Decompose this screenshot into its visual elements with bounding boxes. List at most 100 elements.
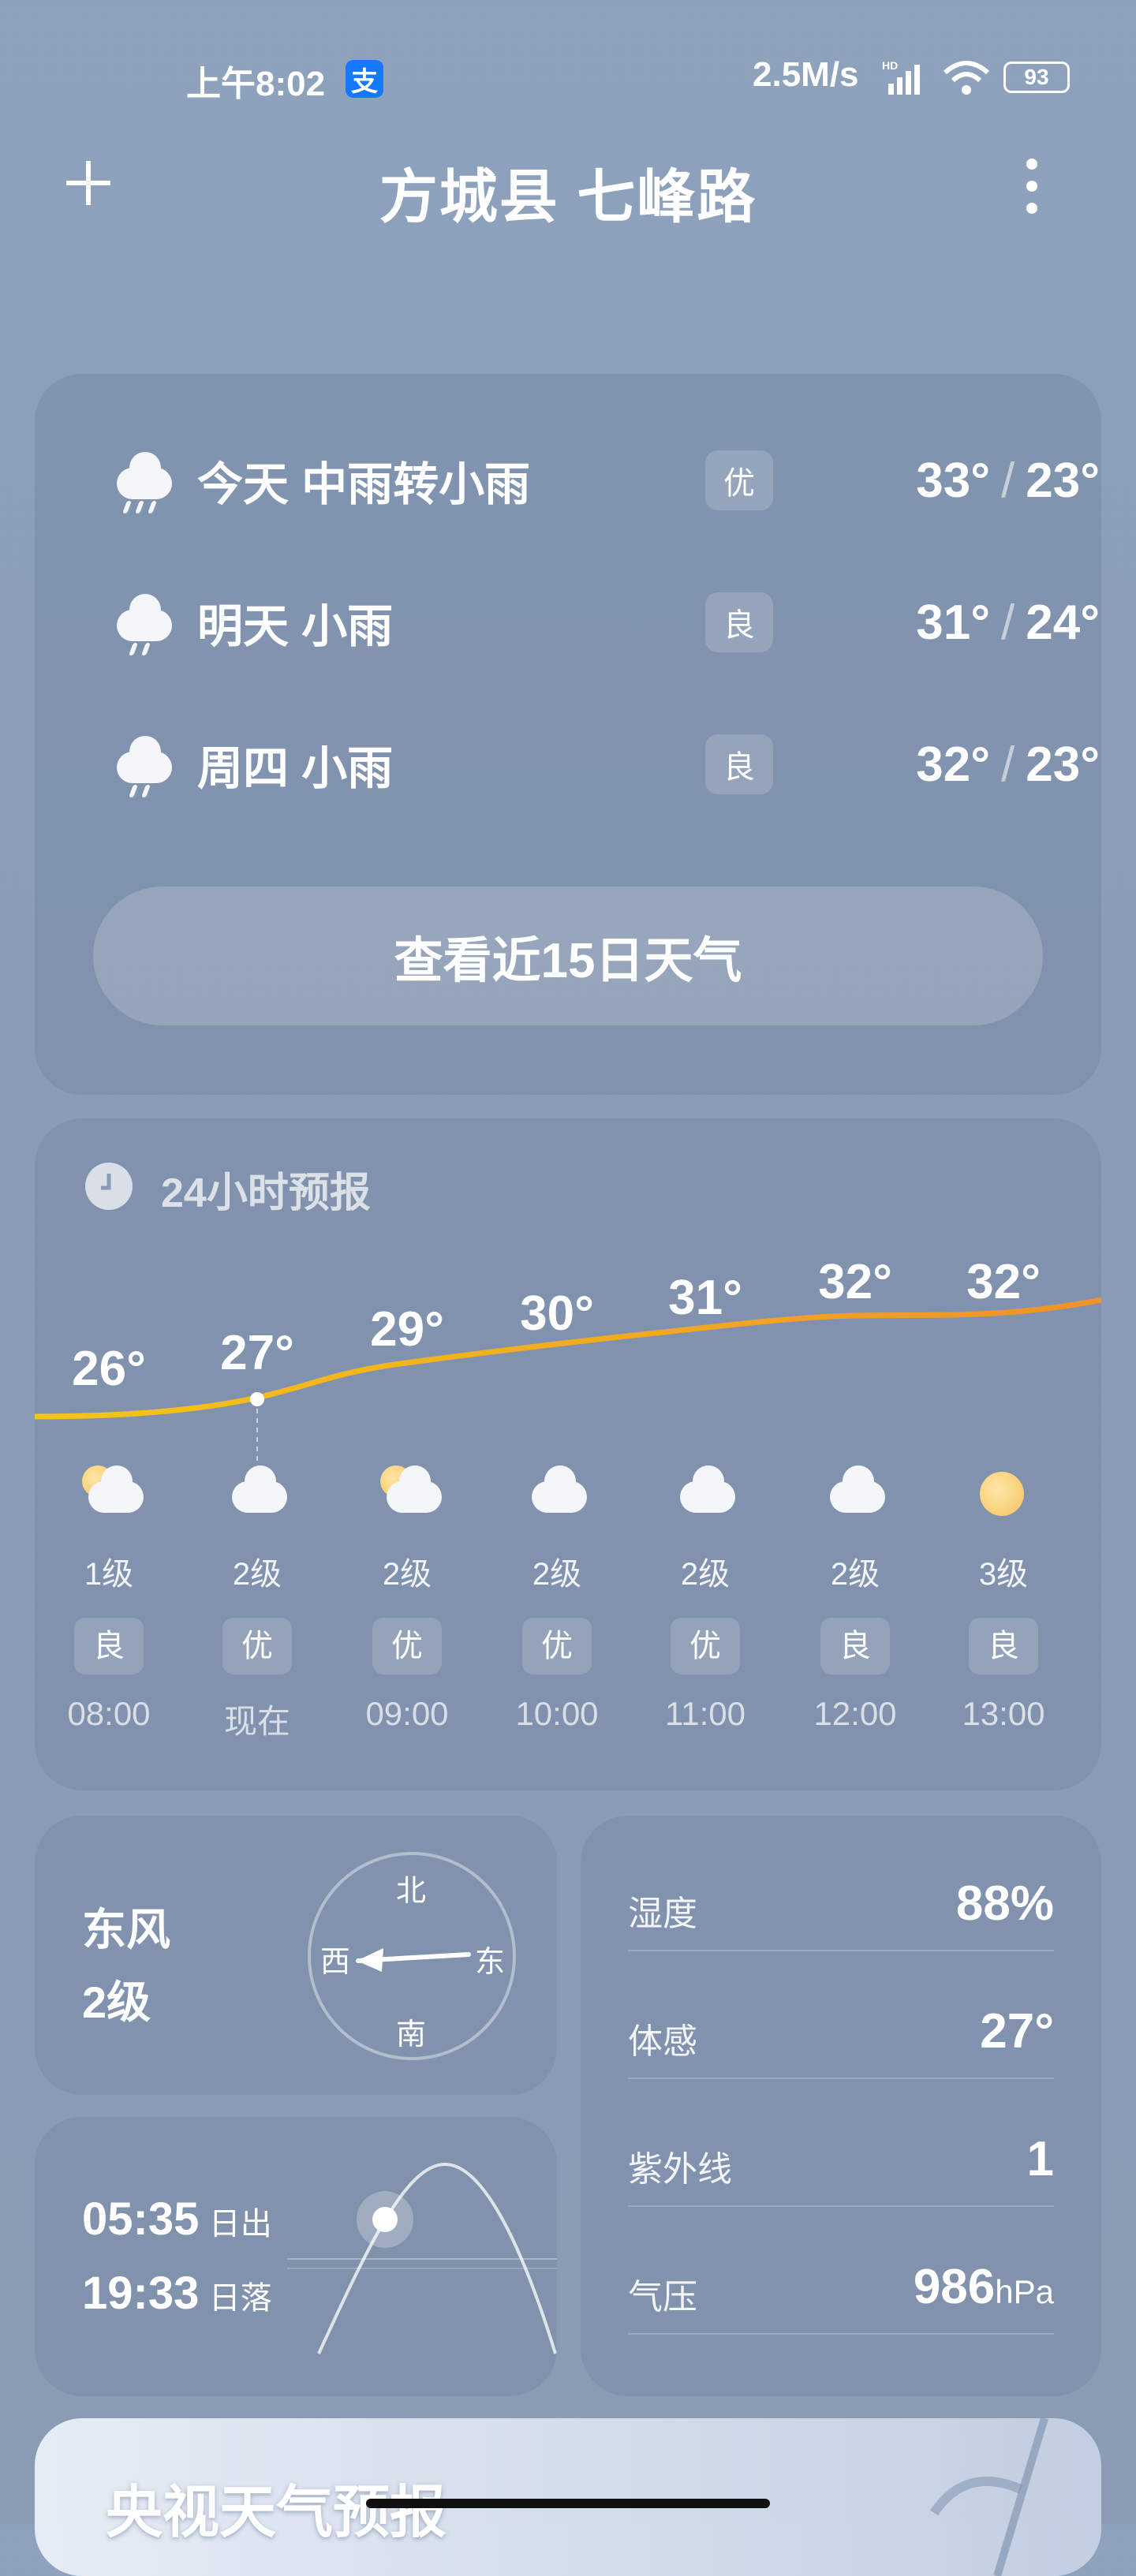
wind-level: 2级 — [382, 1557, 432, 1592]
hour-item[interactable]: 30° — [494, 1286, 620, 1342]
hour-details: 3级 良 13:00 — [940, 1548, 1067, 1733]
alipay-icon: 支 — [346, 60, 383, 98]
more-menu-button[interactable] — [1018, 155, 1046, 222]
daily-label: 今天 中雨转小雨 — [197, 459, 531, 510]
wind-level: 2级 — [680, 1557, 731, 1592]
network-speed: 2.5M/s — [753, 55, 859, 94]
wind-level: 1级 — [84, 1557, 134, 1592]
hour-temp: 32° — [818, 1255, 892, 1309]
hour-time: 10:00 — [515, 1695, 599, 1732]
hour-temp: 27° — [220, 1326, 294, 1380]
hour-item[interactable]: 27° — [194, 1325, 320, 1381]
sunrise-label: 日出 — [208, 2207, 272, 2242]
hour-item[interactable]: 31° — [642, 1270, 768, 1326]
detail-row-uv[interactable]: 紫外线 1 — [628, 2119, 1054, 2205]
divider — [628, 1950, 1054, 1951]
detail-value: 88% — [955, 1876, 1054, 1931]
hour-item[interactable]: 32° — [940, 1254, 1067, 1310]
wifi-icon — [942, 58, 991, 98]
aqi-badge: 优 — [222, 1618, 292, 1674]
hour-temp: 26° — [72, 1342, 146, 1396]
detail-label: 气压 — [628, 2278, 697, 2317]
sunrise-time: 05:35 — [82, 2193, 200, 2245]
daily-label: 明天 小雨 — [197, 601, 394, 652]
partly-cloudy-icon — [379, 1465, 442, 1513]
detail-unit: hPa — [995, 2273, 1054, 2310]
low-temp: 23° — [1026, 453, 1100, 508]
view-15-day-button[interactable]: 查看近15日天气 — [93, 887, 1043, 1025]
aqi-badge: 良 — [969, 1618, 1038, 1674]
detail-value: 986 — [913, 2260, 996, 2314]
hour-details: 2级 优 10:00 — [494, 1548, 620, 1733]
hour-item[interactable]: 29° — [344, 1301, 470, 1357]
aqi-badge: 优 — [671, 1618, 740, 1674]
signal-icon: HD — [882, 58, 929, 98]
details-card: 湿度 88% 体感 27° 紫外线 1 气压 986hPa — [581, 1816, 1101, 2396]
aqi-badge: 优 — [372, 1618, 442, 1674]
low-temp: 23° — [1026, 737, 1100, 792]
high-temp: 32° — [916, 737, 990, 792]
detail-row-pressure[interactable]: 气压 986hPa — [628, 2246, 1054, 2333]
divider — [628, 2333, 1054, 2335]
daily-label: 周四 小雨 — [197, 743, 394, 794]
sun-position-icon — [372, 2207, 398, 2232]
light-rain-icon — [114, 734, 174, 797]
cloudy-icon — [229, 1465, 292, 1513]
detail-label: 紫外线 — [628, 2150, 732, 2189]
sunset-label: 日落 — [208, 2281, 272, 2316]
daily-forecast-card: 今天 中雨转小雨 优 33°/23° 明天 小雨 良 31°/24° 周四 小雨… — [35, 374, 1101, 1095]
daily-temps: 32°/23° — [916, 737, 1100, 792]
daily-temps: 33°/23° — [916, 453, 1100, 508]
wind-card[interactable]: 东风 2级 北 南 西 东 — [35, 1816, 557, 2095]
divider — [628, 2078, 1054, 2079]
detail-value-group: 986hPa — [914, 2259, 1054, 2315]
sunny-icon — [978, 1472, 1026, 1519]
wind-level: 2级 — [532, 1557, 582, 1592]
sunrise-sunset-card[interactable]: 05:35 日出 19:33 日落 — [35, 2117, 557, 2396]
sunset-time: 19:33 — [82, 2268, 200, 2319]
aqi-badge: 良 — [705, 592, 773, 652]
heavy-rain-icon — [114, 450, 174, 513]
cloudy-icon — [529, 1465, 592, 1513]
divider — [628, 2205, 1054, 2207]
hour-details: 2级 优 09:00 — [344, 1548, 470, 1733]
daily-row-tomorrow[interactable]: 明天 小雨 良 31°/24° — [114, 579, 1100, 666]
sunrise-row: 05:35 日出 — [82, 2193, 272, 2246]
hour-details: 2级 良 12:00 — [792, 1548, 918, 1733]
video-forecast-card[interactable]: 央视天气预报 — [35, 2418, 1101, 2576]
hour-item[interactable]: 32° — [792, 1254, 918, 1310]
hour-temp: 29° — [370, 1302, 444, 1357]
daily-temps: 31°/24° — [916, 595, 1100, 650]
high-temp: 33° — [916, 453, 990, 508]
aqi-badge: 优 — [522, 1618, 592, 1674]
hour-item[interactable]: 26° — [46, 1341, 172, 1397]
detail-row-humidity[interactable]: 湿度 88% — [628, 1863, 1054, 1950]
detail-row-feels-like[interactable]: 体感 27° — [628, 1991, 1054, 2078]
hourly-forecast-card: 24小时预报 26° 27° 29° 30° 31° 32° 32° 1级 良 … — [35, 1118, 1101, 1790]
aqi-badge: 良 — [820, 1618, 890, 1674]
svg-text:HD: HD — [882, 59, 898, 72]
hour-details: 2级 优 11:00 — [642, 1548, 768, 1733]
sun-arc — [287, 2162, 557, 2354]
hour-time: 08:00 — [67, 1695, 151, 1732]
city-title[interactable]: 方城县 七峰路 — [0, 150, 1136, 234]
wind-level: 2级 — [82, 1977, 151, 2027]
sunset-row: 19:33 日落 — [82, 2267, 272, 2320]
wind-arrow-icon — [356, 1948, 471, 1972]
hour-temp: 31° — [668, 1271, 742, 1325]
daily-row-thursday[interactable]: 周四 小雨 良 32°/23° — [114, 721, 1100, 808]
home-indicator[interactable] — [366, 2499, 770, 2508]
battery-icon: 93 — [1003, 62, 1070, 93]
wind-level: 2级 — [232, 1557, 282, 1592]
cloudy-icon — [677, 1465, 740, 1513]
hour-temp: 32° — [966, 1255, 1041, 1309]
low-temp: 24° — [1026, 595, 1100, 650]
daily-row-today[interactable]: 今天 中雨转小雨 优 33°/23° — [114, 437, 1100, 524]
hour-time: 09:00 — [365, 1695, 449, 1732]
wind-level: 2级 — [830, 1557, 880, 1592]
aqi-badge: 良 — [74, 1618, 144, 1674]
high-temp: 31° — [916, 595, 990, 650]
compass: 北 南 西 东 — [308, 1852, 516, 2060]
hour-details: 2级 优 现在 — [194, 1548, 320, 1743]
wind-direction: 东风 — [82, 1905, 170, 1954]
